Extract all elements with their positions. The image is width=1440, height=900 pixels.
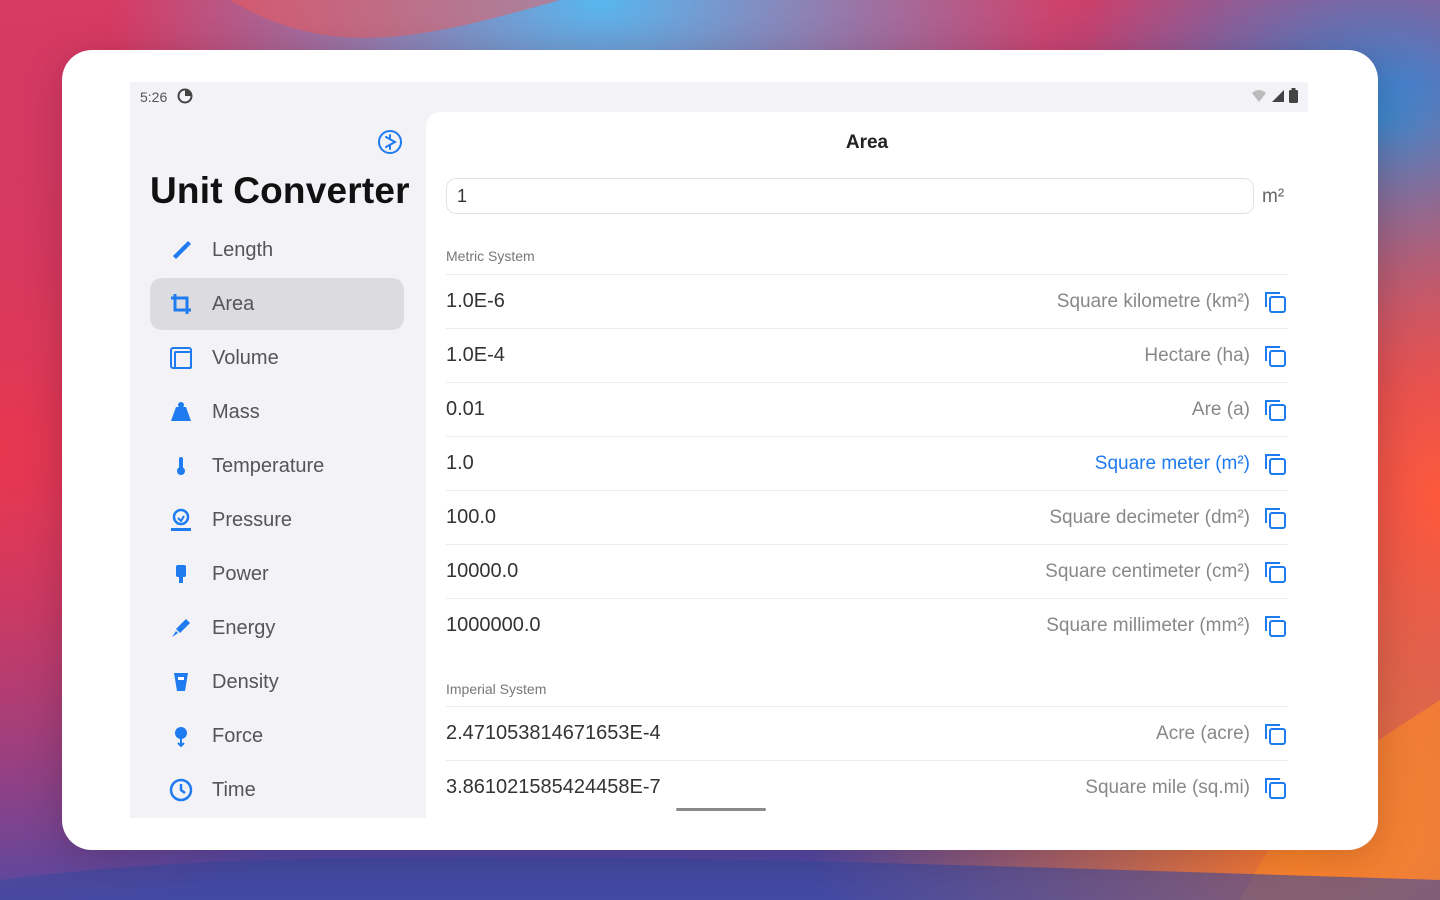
value-input[interactable] [446,178,1254,214]
conversion-row: 3.861021585424458E-7 Square mile (sq.mi) [446,760,1288,814]
weight-icon [168,399,194,425]
row-value: 3.861021585424458E-7 [446,776,661,798]
row-unit-selected: Square meter (m²) [1094,452,1250,474]
nav-item-area[interactable]: Area [150,278,404,330]
copy-button[interactable] [1262,775,1288,801]
settings-button[interactable] [376,129,404,160]
conversion-row: 1.0E-6 Square kilometre (km²) [446,274,1288,328]
power-icon [168,561,194,587]
copy-icon [1265,291,1286,313]
conversion-row: 100.0 Square decimeter (dm²) [446,490,1288,544]
gear-icon [377,129,403,160]
density-icon [168,669,194,695]
nav-label: Power [212,562,269,585]
nav-item-time[interactable]: Time [150,764,404,816]
copy-icon [1265,507,1286,529]
nav-label: Time [212,778,256,801]
nav-label: Volume [212,346,279,369]
battery-icon [1289,88,1298,106]
copy-icon [1265,777,1286,799]
nav-item-temperature[interactable]: Temperature [150,440,404,492]
row-unit: Square decimeter (dm²) [1049,506,1250,528]
conversion-row: 1.0 Square meter (m²) [446,436,1288,490]
section-header-metric: Metric System [446,248,535,264]
crop-icon [168,291,194,317]
copy-icon [1265,345,1286,367]
nav-label: Energy [212,616,276,639]
section-header-imperial: Imperial System [446,681,547,697]
input-unit-label: m² [1262,186,1285,207]
row-unit: Acre (acre) [1156,722,1250,744]
volume-icon [168,345,194,371]
copy-icon [1265,561,1286,583]
copy-button[interactable] [1262,505,1288,531]
copy-button[interactable] [1262,343,1288,369]
nav-item-length[interactable]: Length [150,224,404,276]
nav-label: Area [212,292,255,315]
row-value: 2.471053814671653E-4 [446,722,661,744]
row-unit: Square centimeter (cm²) [1045,560,1250,582]
row-unit: Hectare (ha) [1144,344,1250,366]
thermometer-icon [168,453,194,479]
home-indicator[interactable] [676,808,766,811]
copy-button[interactable] [1262,289,1288,315]
row-unit: Square mile (sq.mi) [1085,776,1250,798]
copy-icon [1265,399,1286,421]
copy-button[interactable] [1262,613,1288,639]
conversion-row: 2.471053814671653E-4 Acre (acre) [446,706,1288,760]
nav-label: Pressure [212,508,293,531]
copy-button[interactable] [1262,559,1288,585]
app-screen: 5:26 Unit Converter Length Area Volume M… [130,82,1308,818]
wifi-icon [1251,89,1267,106]
app-title: Unit Converter [150,170,410,211]
nav-item-force[interactable]: Force [150,710,404,762]
nav-item-density[interactable]: Density [150,656,404,708]
row-unit: Are (a) [1191,398,1250,420]
copy-button[interactable] [1262,397,1288,423]
nav-label: Temperature [212,454,325,477]
row-unit: Square kilometre (km²) [1056,290,1250,312]
conversion-row: 1000000.0 Square millimeter (mm²) [446,598,1288,652]
page-title: Area [845,132,889,153]
copy-button[interactable] [1262,451,1288,477]
row-value: 0.01 [446,398,485,420]
force-icon [168,723,194,749]
row-value: 1.0E-6 [446,290,505,312]
sidebar: Unit Converter Length Area Volume Mass T… [130,112,426,818]
nav-item-volume[interactable]: Volume [150,332,404,384]
conversion-row: 1.0E-4 Hectare (ha) [446,328,1288,382]
nav-item-power[interactable]: Power [150,548,404,600]
nav-item-pressure[interactable]: Pressure [150,494,404,546]
nav-item-mass[interactable]: Mass [150,386,404,438]
sync-icon [177,88,193,107]
category-nav: Length Area Volume Mass Temperature Pres… [150,224,404,818]
clock-icon [168,777,194,803]
ruler-icon [168,237,194,263]
copy-icon [1265,453,1286,475]
status-time: 5:26 [140,89,168,105]
copy-button[interactable] [1262,721,1288,747]
copy-icon [1265,723,1286,745]
copy-icon [1265,615,1286,637]
row-value: 1.0 [446,452,474,474]
nav-label: Force [212,724,264,747]
nav-label: Length [212,238,274,261]
energy-icon [168,615,194,641]
row-value: 1000000.0 [446,614,541,636]
conversion-row: 10000.0 Square centimeter (cm²) [446,544,1288,598]
row-value: 1.0E-4 [446,344,505,366]
nav-item-energy[interactable]: Energy [150,602,404,654]
signal-icon [1271,89,1285,106]
status-bar: 5:26 [130,82,1308,112]
nav-label: Mass [212,400,260,423]
pressure-icon [168,507,194,533]
conversion-panel: Area m² Metric System 1.0E-6 Square kilo… [426,112,1308,818]
conversion-row: 0.01 Are (a) [446,382,1288,436]
row-value: 100.0 [446,506,497,528]
row-unit: Square millimeter (mm²) [1046,614,1250,636]
nav-label: Density [212,670,279,693]
row-value: 10000.0 [446,560,519,582]
